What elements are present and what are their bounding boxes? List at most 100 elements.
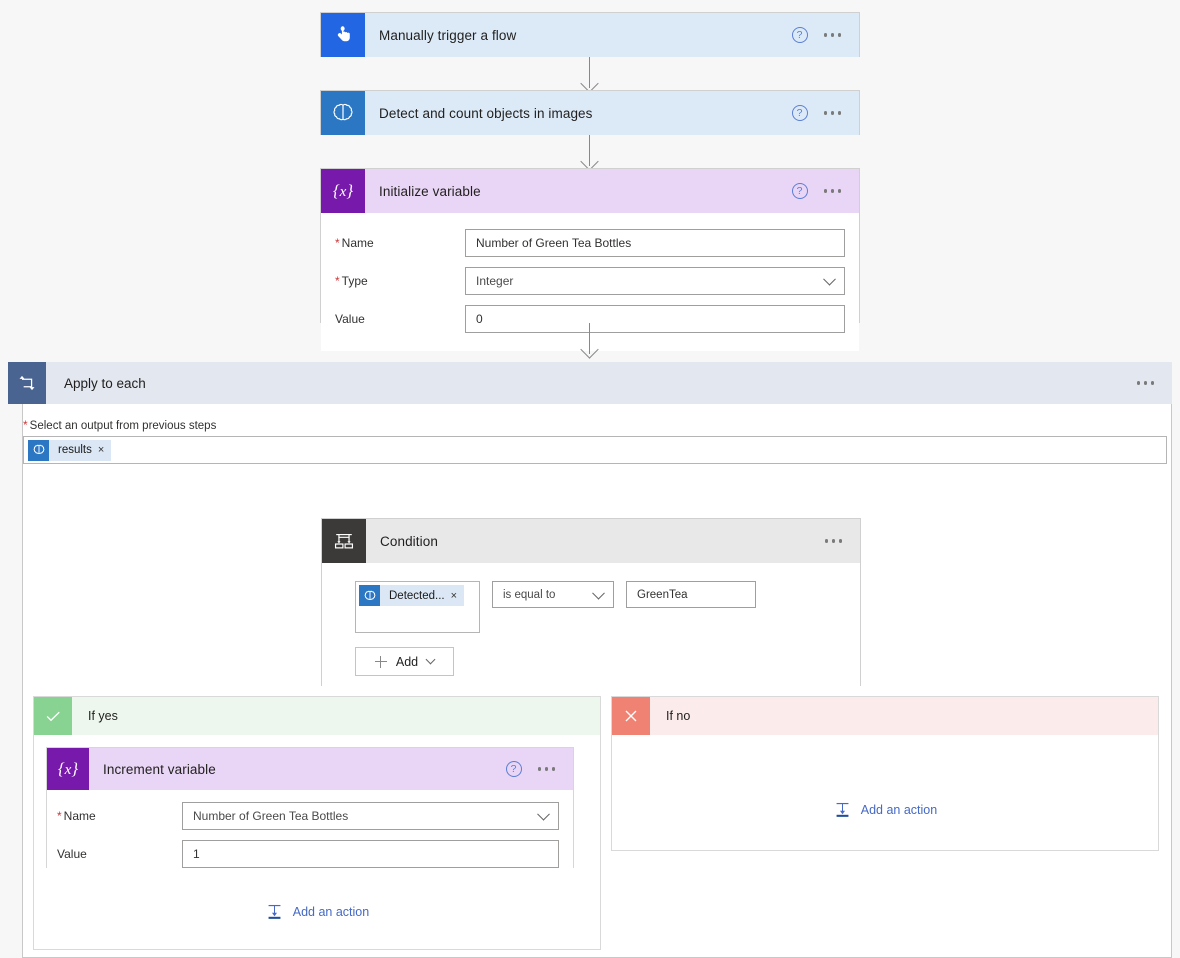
token-label: Detected... (389, 589, 445, 602)
help-icon[interactable]: ? (791, 105, 808, 121)
card-header-actions: ? (505, 761, 574, 777)
add-an-action-label: Add an action (292, 904, 370, 919)
field-row-name: * Name Number of Green Tea Bottles (335, 229, 845, 257)
card-initialize-variable[interactable]: {x} Initialize variable ? * Name Number … (320, 168, 860, 351)
field-row-value: Value 0 (335, 305, 845, 333)
apply-to-each-header[interactable]: Apply to each (8, 362, 1172, 404)
loop-icon (8, 362, 46, 404)
card-header: Detect and count objects in images ? (321, 91, 859, 135)
variable-icon: {x} (321, 169, 365, 213)
card-body: * Name Number of Green Tea Bottles Value (47, 790, 573, 882)
card-title: Manually trigger a flow (379, 27, 517, 43)
condition-operator-value: is equal to (503, 588, 556, 601)
more-menu-icon[interactable] (823, 111, 841, 115)
condition-row: Detected... × is equal to GreenTea (355, 581, 846, 633)
more-menu-icon[interactable] (1136, 381, 1154, 385)
ai-brain-icon (28, 439, 49, 461)
required-asterisk: * (335, 236, 340, 250)
apply-to-each-title: Apply to each (64, 375, 146, 391)
field-value: 1 (193, 847, 200, 861)
token-results[interactable]: results × (28, 439, 112, 461)
more-menu-icon[interactable] (537, 767, 555, 771)
token-label: results (58, 444, 92, 456)
variable-name-input[interactable]: Number of Green Tea Bottles (465, 229, 845, 257)
required-asterisk: * (335, 274, 340, 288)
field-label-text: Value (335, 312, 365, 326)
help-icon[interactable]: ? (505, 761, 522, 777)
apply-to-each-container: Apply to each * Select an output from pre… (0, 362, 1180, 958)
chevron-down-icon (823, 272, 836, 286)
card-header-actions: ? (791, 183, 860, 199)
card-increment-variable[interactable]: {x} Increment variable ? * Name Number o… (46, 747, 574, 882)
chevron-down-icon (537, 807, 550, 821)
field-label-text: Value (57, 847, 87, 861)
card-header-actions (824, 539, 861, 543)
add-an-action-label: Add an action (860, 802, 938, 817)
card-condition[interactable]: Condition Detected... × is equal to Gree… (321, 518, 861, 690)
condition-right-value: GreenTea (637, 588, 688, 601)
field-label-text: Name (341, 236, 374, 250)
card-detect-and-count-objects[interactable]: Detect and count objects in images ? (320, 90, 860, 135)
close-icon[interactable]: × (451, 590, 464, 602)
tap-hand-icon (321, 13, 365, 57)
field-label: Value (57, 847, 182, 861)
add-action-icon (833, 800, 852, 819)
field-value: Number of Green Tea Bottles (193, 809, 349, 823)
required-asterisk: * (23, 418, 28, 432)
required-asterisk: * (57, 809, 62, 823)
field-row-name: * Name Number of Green Tea Bottles (57, 802, 559, 830)
add-an-action-yes[interactable]: Add an action (265, 902, 369, 921)
more-menu-icon[interactable] (824, 539, 842, 543)
card-header: {x} Increment variable ? (47, 748, 573, 790)
token-detected[interactable]: Detected... × (359, 585, 465, 606)
branch-header-if-no: If no (612, 697, 1158, 735)
card-header: Manually trigger a flow ? (321, 13, 859, 57)
add-condition-button[interactable]: Add (355, 647, 454, 676)
condition-icon (322, 519, 366, 563)
field-value: 0 (476, 312, 483, 326)
checkmark-icon (34, 697, 72, 735)
ai-brain-icon (359, 585, 380, 606)
field-value: Integer (476, 274, 514, 288)
card-title: Condition (380, 533, 438, 549)
help-icon[interactable]: ? (791, 183, 808, 199)
variable-value-input[interactable]: 0 (465, 305, 845, 333)
field-label: * Name (57, 809, 182, 823)
card-body: Detected... × is equal to GreenTea Add (322, 563, 860, 690)
variable-type-select[interactable]: Integer (465, 267, 845, 295)
ai-brain-icon (321, 91, 365, 135)
condition-operator-select[interactable]: is equal to (492, 581, 614, 608)
card-manually-trigger-a-flow[interactable]: Manually trigger a flow ? (320, 12, 860, 57)
chevron-down-icon (425, 654, 436, 665)
close-icon[interactable]: × (98, 444, 111, 456)
select-output-input[interactable]: results × (23, 436, 1167, 464)
field-value: Number of Green Tea Bottles (476, 236, 632, 250)
card-body: * Name Number of Green Tea Bottles * Typ… (321, 213, 859, 351)
field-row-type: * Type Integer (335, 267, 845, 295)
chevron-down-icon (592, 586, 605, 600)
add-condition-label: Add (395, 654, 419, 669)
field-row-value: Value 1 (57, 840, 559, 868)
branch-title: If no (666, 709, 691, 723)
add-action-icon (265, 902, 284, 921)
card-header: Condition (322, 519, 860, 563)
close-x-icon (612, 697, 650, 735)
field-label-text: Name (63, 809, 96, 823)
help-icon[interactable]: ? (791, 27, 808, 43)
condition-left-operand[interactable]: Detected... × (355, 581, 480, 633)
condition-right-operand-input[interactable]: GreenTea (626, 581, 756, 608)
card-title: Detect and count objects in images (379, 105, 593, 121)
branch-if-no: If no Add an action (611, 696, 1159, 851)
add-an-action-no[interactable]: Add an action (833, 800, 937, 819)
select-output-label: * Select an output from previous steps (23, 419, 216, 432)
more-menu-icon[interactable] (823, 189, 841, 193)
card-title: Initialize variable (379, 183, 481, 199)
card-header-actions: ? (791, 105, 860, 121)
variable-icon: {x} (47, 748, 89, 790)
field-label: * Name (335, 236, 465, 250)
increment-variable-name-select[interactable]: Number of Green Tea Bottles (182, 802, 559, 830)
apply-to-each-body: * Select an output from previous steps re… (22, 404, 1172, 958)
increment-variable-value-input[interactable]: 1 (182, 840, 559, 868)
card-title: Increment variable (103, 761, 216, 777)
more-menu-icon[interactable] (823, 33, 841, 37)
